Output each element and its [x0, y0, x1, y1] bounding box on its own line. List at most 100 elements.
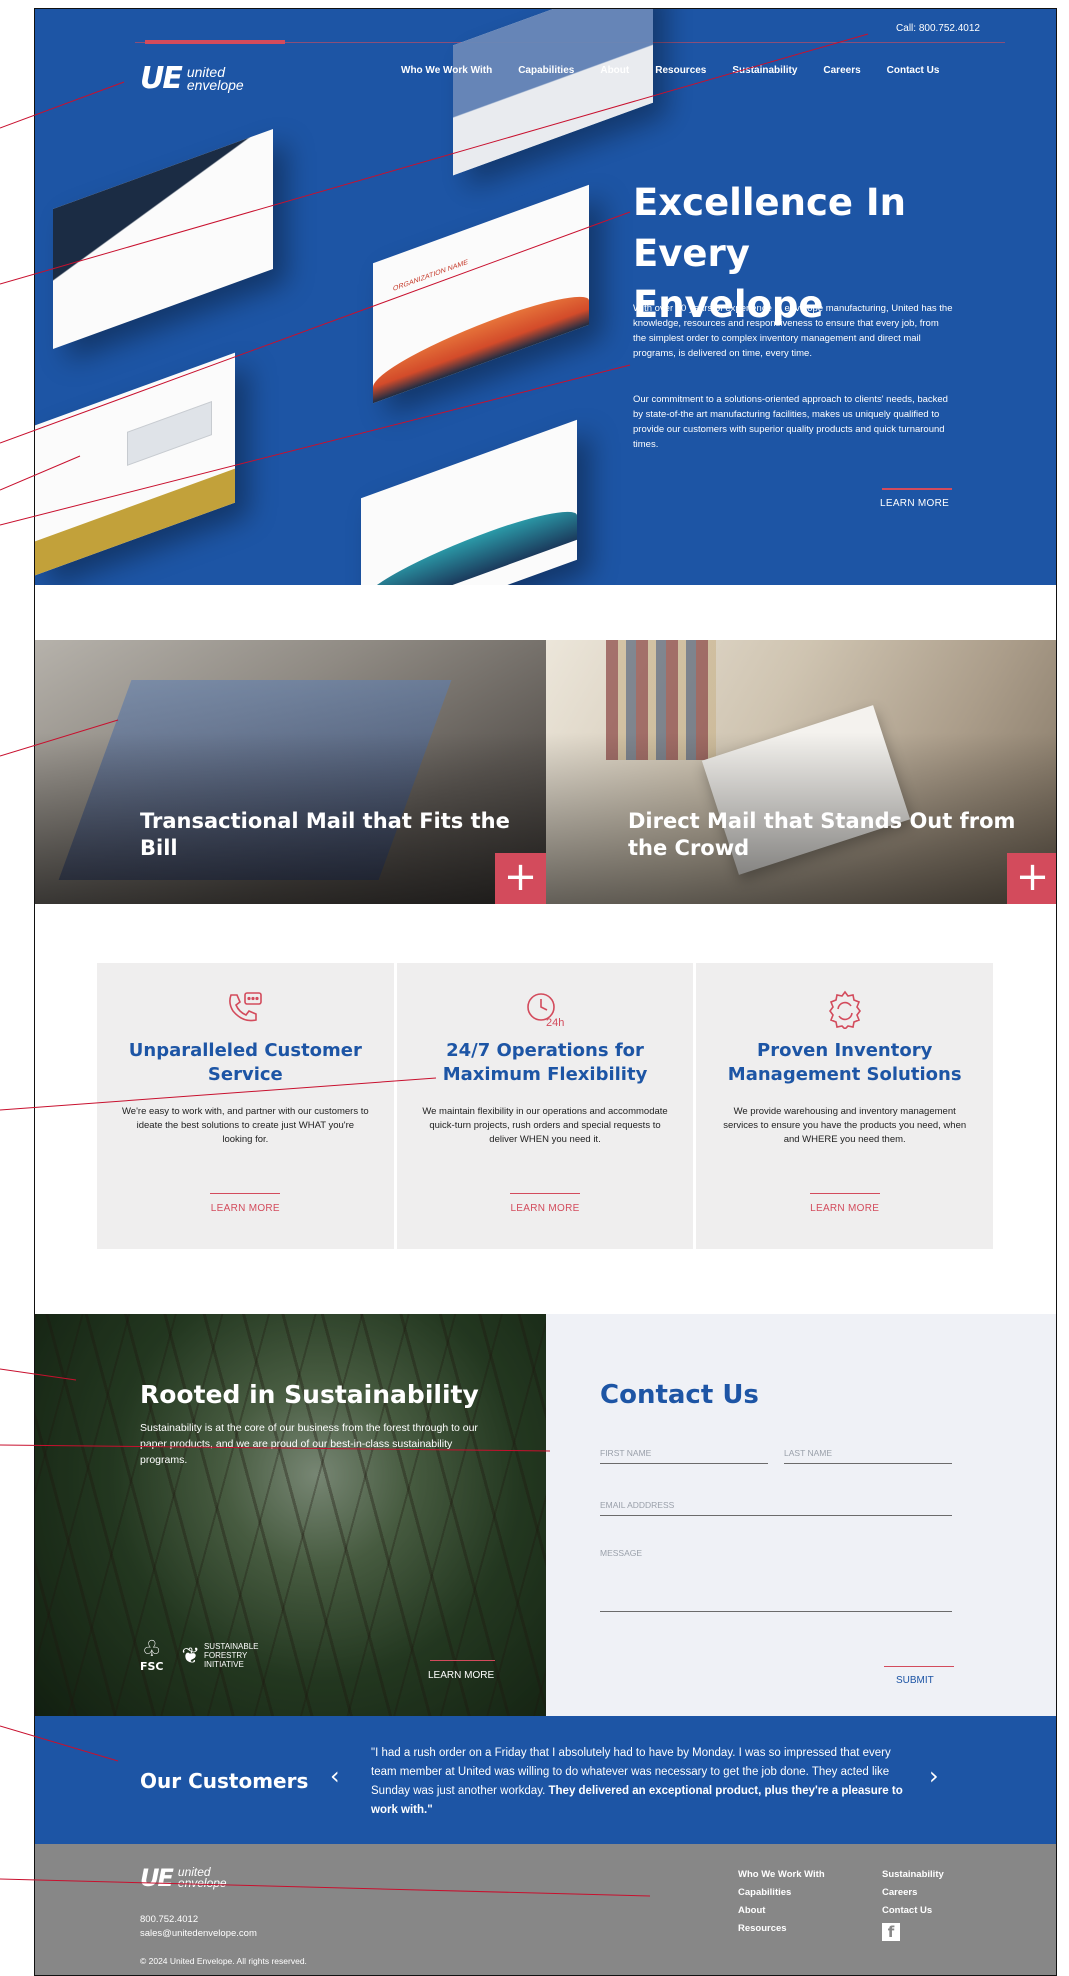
clock-24h-label: 24h	[546, 1017, 564, 1029]
envelope-image	[361, 419, 577, 585]
direct-mail-title: Direct Mail that Stands Out from the Cro…	[628, 809, 1016, 860]
feature-learn-more-link[interactable]: LEARN MORE	[696, 1203, 993, 1214]
email-field[interactable]: EMAIL ADDDRESS	[600, 1500, 952, 1516]
footer-link-about[interactable]: About	[738, 1905, 825, 1916]
feature-text: We're easy to work with, and partner wit…	[122, 1106, 369, 1145]
gear-cycle-icon	[828, 990, 861, 1029]
hero-paragraph-1: With over 90 years of experience in enve…	[633, 303, 953, 359]
feature-card-inventory: Proven Inventory Management Solutions We…	[696, 963, 994, 1249]
customers-testimonial-section: Our Customers ‹ "I had a rush order on a…	[35, 1716, 1056, 1844]
nav-item-capabilities[interactable]: Capabilities	[518, 65, 574, 76]
footer-link-contact-us[interactable]: Contact Us	[882, 1905, 944, 1916]
leaf-icon: ❦	[181, 1643, 200, 1668]
panel-shade	[546, 640, 1056, 904]
footer-nav-column-2: Sustainability Careers Contact Us f	[882, 1869, 944, 1941]
sustainability-text: Sustainability is at the core of our bus…	[140, 1422, 478, 1466]
feature-card-operations: 24h 24/7 Operations for Maximum Flexibil…	[396, 963, 694, 1249]
facebook-icon[interactable]: f	[882, 1923, 900, 1941]
envelope-address: ORGANIZATION NAME	[393, 258, 468, 294]
hero-paragraph-2: Our commitment to a solutions-oriented a…	[633, 394, 948, 450]
footer-email-link[interactable]: sales@unitedenvelope.com	[140, 1928, 257, 1939]
feature-learn-more-link[interactable]: LEARN MORE	[397, 1203, 694, 1214]
nav-item-about[interactable]: About	[600, 65, 629, 76]
feature-text: We provide warehousing and inventory man…	[723, 1106, 967, 1145]
envelope-image	[35, 352, 235, 576]
clock-24h-icon: 24h	[527, 993, 564, 1029]
envelope-band	[35, 468, 235, 576]
header-phone-link[interactable]: Call: 800.752.4012	[896, 23, 980, 34]
feature-link-line	[809, 1193, 880, 1194]
hero-learn-more-line	[882, 488, 952, 490]
main-nav: Who We Work With Capabilities About Reso…	[401, 65, 939, 76]
testimonial-quote: "I had a rush order on a Friday that I a…	[371, 1744, 911, 1820]
expand-plus-button[interactable]: +	[495, 853, 546, 904]
footer-link-careers[interactable]: Careers	[882, 1887, 944, 1898]
first-name-field[interactable]: FIRST NAME	[600, 1448, 768, 1464]
sustainability-link-line	[430, 1660, 495, 1661]
footer-link-sustainability[interactable]: Sustainability	[882, 1869, 944, 1880]
expand-plus-button[interactable]: +	[1007, 853, 1056, 904]
sfi-label: SUSTAINABLE FORESTRY INITIATIVE	[204, 1642, 259, 1669]
nav-item-contact-us[interactable]: Contact Us	[887, 65, 940, 76]
envelope-wave	[361, 499, 577, 585]
webpage-frame: ORGANIZATION NAME Call: 800.752.4012 UE …	[34, 8, 1057, 1976]
envelope-image	[53, 128, 273, 350]
transactional-mail-title: Transactional Mail that Fits the Bill	[140, 809, 510, 860]
logo-mark: UE	[140, 1864, 174, 1892]
feature-link-line	[210, 1193, 281, 1194]
contact-form-section: Contact Us FIRST NAME LAST NAME EMAIL AD…	[546, 1314, 1056, 1716]
certification-logos: ♧ FSC ❦ SUSTAINABLE FORESTRY INITIATIVE	[140, 1639, 259, 1673]
footer-link-resources[interactable]: Resources	[738, 1923, 825, 1934]
contact-title: Contact Us	[600, 1380, 759, 1410]
panel-shade	[35, 640, 546, 904]
sfi-label-line: FORESTRY	[203, 1651, 248, 1660]
logo-wordmark: united envelope	[178, 1866, 227, 1889]
nav-item-careers[interactable]: Careers	[823, 65, 860, 76]
nav-item-sustainability[interactable]: Sustainability	[732, 65, 797, 76]
nav-item-resources[interactable]: Resources	[655, 65, 706, 76]
feature-text: We maintain flexibility in our operation…	[422, 1106, 668, 1145]
features-row: Unparalleled Customer Service We're easy…	[97, 963, 994, 1249]
fsc-label: FSC	[140, 1660, 164, 1673]
feature-learn-more-link[interactable]: LEARN MORE	[97, 1203, 394, 1214]
feature-title: Proven Inventory Management Solutions	[727, 1040, 962, 1085]
footer-nav-column-1: Who We Work With Capabilities About Reso…	[738, 1869, 825, 1934]
feature-title: Unparalleled Customer Service	[128, 1040, 362, 1085]
envelope-image: ORGANIZATION NAME	[373, 184, 589, 404]
sfi-logo: ❦ SUSTAINABLE FORESTRY INITIATIVE	[182, 1642, 259, 1669]
logo-wordmark: united envelope	[186, 65, 244, 93]
footer-logo[interactable]: UE united envelope	[140, 1866, 227, 1890]
site-logo[interactable]: UE united envelope	[140, 64, 244, 94]
last-name-field[interactable]: LAST NAME	[784, 1448, 952, 1464]
transactional-mail-panel[interactable]: Transactional Mail that Fits the Bill +	[35, 640, 546, 904]
fsc-logo: ♧ FSC	[140, 1639, 164, 1673]
sustainability-title: Rooted in Sustainability	[140, 1380, 479, 1409]
feature-card-customer-service: Unparalleled Customer Service We're easy…	[97, 963, 394, 1249]
submit-button[interactable]: SUBMIT	[896, 1675, 934, 1686]
customers-title: Our Customers	[140, 1769, 309, 1793]
envelope-wave	[373, 284, 589, 404]
hero-section: ORGANIZATION NAME Call: 800.752.4012 UE …	[35, 9, 1056, 585]
direct-mail-panel[interactable]: Direct Mail that Stands Out from the Cro…	[546, 640, 1056, 904]
sustainability-section: Rooted in Sustainability Sustainability …	[35, 1314, 546, 1716]
footer-link-capabilities[interactable]: Capabilities	[738, 1887, 825, 1898]
chevron-left-icon[interactable]: ‹	[330, 1764, 340, 1788]
phone-chat-icon	[229, 992, 263, 1022]
header-accent-bar	[145, 40, 285, 44]
sfi-label-line: INITIATIVE	[203, 1660, 244, 1669]
footer-copyright: © 2024 United Envelope. All rights reser…	[140, 1956, 307, 1966]
logo-mark: UE	[140, 61, 183, 96]
chevron-right-icon[interactable]: ›	[929, 1764, 939, 1788]
submit-line	[884, 1666, 954, 1667]
envelope-image	[453, 9, 653, 176]
nav-item-who-we-work-with[interactable]: Who We Work With	[401, 65, 492, 76]
footer-phone-link[interactable]: 800.752.4012	[140, 1914, 198, 1925]
hero-learn-more-link[interactable]: LEARN MORE	[880, 498, 949, 509]
sustainability-learn-more-link[interactable]: LEARN MORE	[428, 1670, 494, 1681]
message-field[interactable]: MESSAGE	[600, 1548, 952, 1612]
feature-link-line	[510, 1193, 580, 1194]
logo-word-2: envelope	[186, 77, 244, 93]
footer-link-who-we-work-with[interactable]: Who We Work With	[738, 1869, 825, 1880]
site-footer: UE united envelope 800.752.4012 sales@uni…	[35, 1844, 1056, 1975]
sfi-label-line: SUSTAINABLE	[203, 1642, 259, 1651]
